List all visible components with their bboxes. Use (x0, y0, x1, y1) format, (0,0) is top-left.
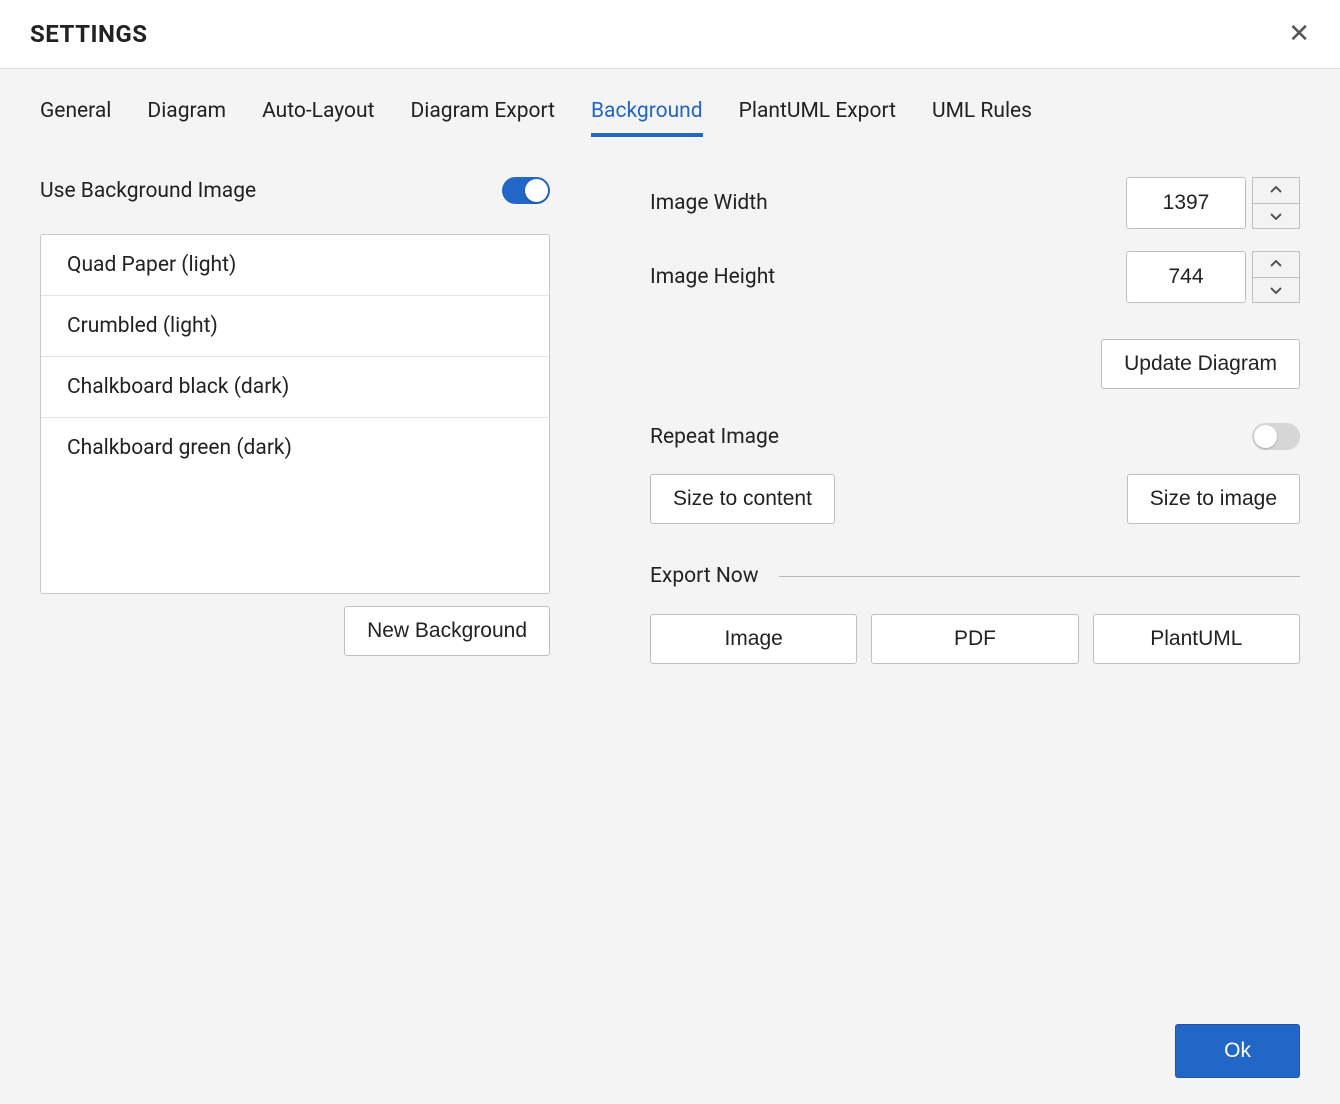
settings-dialog: SETTINGS ✕ General Diagram Auto-Layout D… (0, 0, 1340, 1104)
dialog-title: SETTINGS (30, 20, 148, 48)
image-width-input[interactable] (1126, 177, 1246, 229)
image-height-row: Image Height (650, 251, 1300, 303)
image-width-spinner (1252, 177, 1300, 229)
tab-diagram[interactable]: Diagram (147, 99, 226, 137)
list-item[interactable]: Chalkboard green (dark) (41, 418, 549, 478)
divider-line (779, 576, 1300, 577)
image-width-group (1126, 177, 1300, 229)
image-height-group (1126, 251, 1300, 303)
tab-plantuml-export[interactable]: PlantUML Export (739, 99, 896, 137)
chevron-up-icon[interactable] (1252, 251, 1300, 277)
list-item[interactable]: Crumbled (light) (41, 296, 549, 357)
size-to-content-button[interactable]: Size to content (650, 474, 835, 524)
image-height-label: Image Height (650, 265, 775, 289)
export-image-button[interactable]: Image (650, 614, 857, 664)
dialog-header: SETTINGS ✕ (0, 0, 1340, 69)
tab-uml-rules[interactable]: UML Rules (932, 99, 1032, 137)
tab-general[interactable]: General (40, 99, 111, 137)
use-bg-toggle[interactable] (502, 177, 550, 204)
export-buttons-row: Image PDF PlantUML (650, 614, 1300, 664)
update-diagram-button[interactable]: Update Diagram (1101, 339, 1300, 389)
dialog-body: General Diagram Auto-Layout Diagram Expo… (0, 69, 1340, 998)
use-bg-label: Use Background Image (40, 179, 256, 203)
image-width-row: Image Width (650, 177, 1300, 229)
repeat-image-row: Repeat Image (650, 423, 1300, 450)
image-width-label: Image Width (650, 191, 768, 215)
background-listbox[interactable]: Quad Paper (light) Crumbled (light) Chal… (40, 234, 550, 594)
export-pdf-button[interactable]: PDF (871, 614, 1078, 664)
chevron-up-icon[interactable] (1252, 177, 1300, 203)
update-row: Update Diagram (650, 339, 1300, 389)
chevron-down-icon[interactable] (1252, 203, 1300, 230)
close-icon[interactable]: ✕ (1288, 21, 1310, 47)
tab-auto-layout[interactable]: Auto-Layout (262, 99, 374, 137)
left-column: Use Background Image Quad Paper (light) … (40, 177, 550, 664)
size-buttons-row: Size to content Size to image (650, 474, 1300, 524)
tab-content: Use Background Image Quad Paper (light) … (40, 177, 1300, 664)
image-height-spinner (1252, 251, 1300, 303)
new-bg-row: New Background (40, 606, 550, 656)
size-to-image-button[interactable]: Size to image (1127, 474, 1300, 524)
image-height-input[interactable] (1126, 251, 1246, 303)
new-background-button[interactable]: New Background (344, 606, 550, 656)
export-plantuml-button[interactable]: PlantUML (1093, 614, 1300, 664)
tabs-bar: General Diagram Auto-Layout Diagram Expo… (40, 99, 1300, 137)
chevron-down-icon[interactable] (1252, 277, 1300, 304)
export-section-label: Export Now (650, 564, 759, 588)
list-item[interactable]: Chalkboard black (dark) (41, 357, 549, 418)
dialog-footer: Ok (0, 998, 1340, 1104)
ok-button[interactable]: Ok (1175, 1024, 1300, 1078)
list-item[interactable]: Quad Paper (light) (41, 235, 549, 296)
repeat-image-label: Repeat Image (650, 425, 779, 449)
tab-background[interactable]: Background (591, 99, 703, 137)
tab-diagram-export[interactable]: Diagram Export (410, 99, 554, 137)
use-bg-row: Use Background Image (40, 177, 550, 204)
export-section-divider: Export Now (650, 564, 1300, 588)
repeat-image-toggle[interactable] (1252, 423, 1300, 450)
right-column: Image Width Imag (650, 177, 1300, 664)
